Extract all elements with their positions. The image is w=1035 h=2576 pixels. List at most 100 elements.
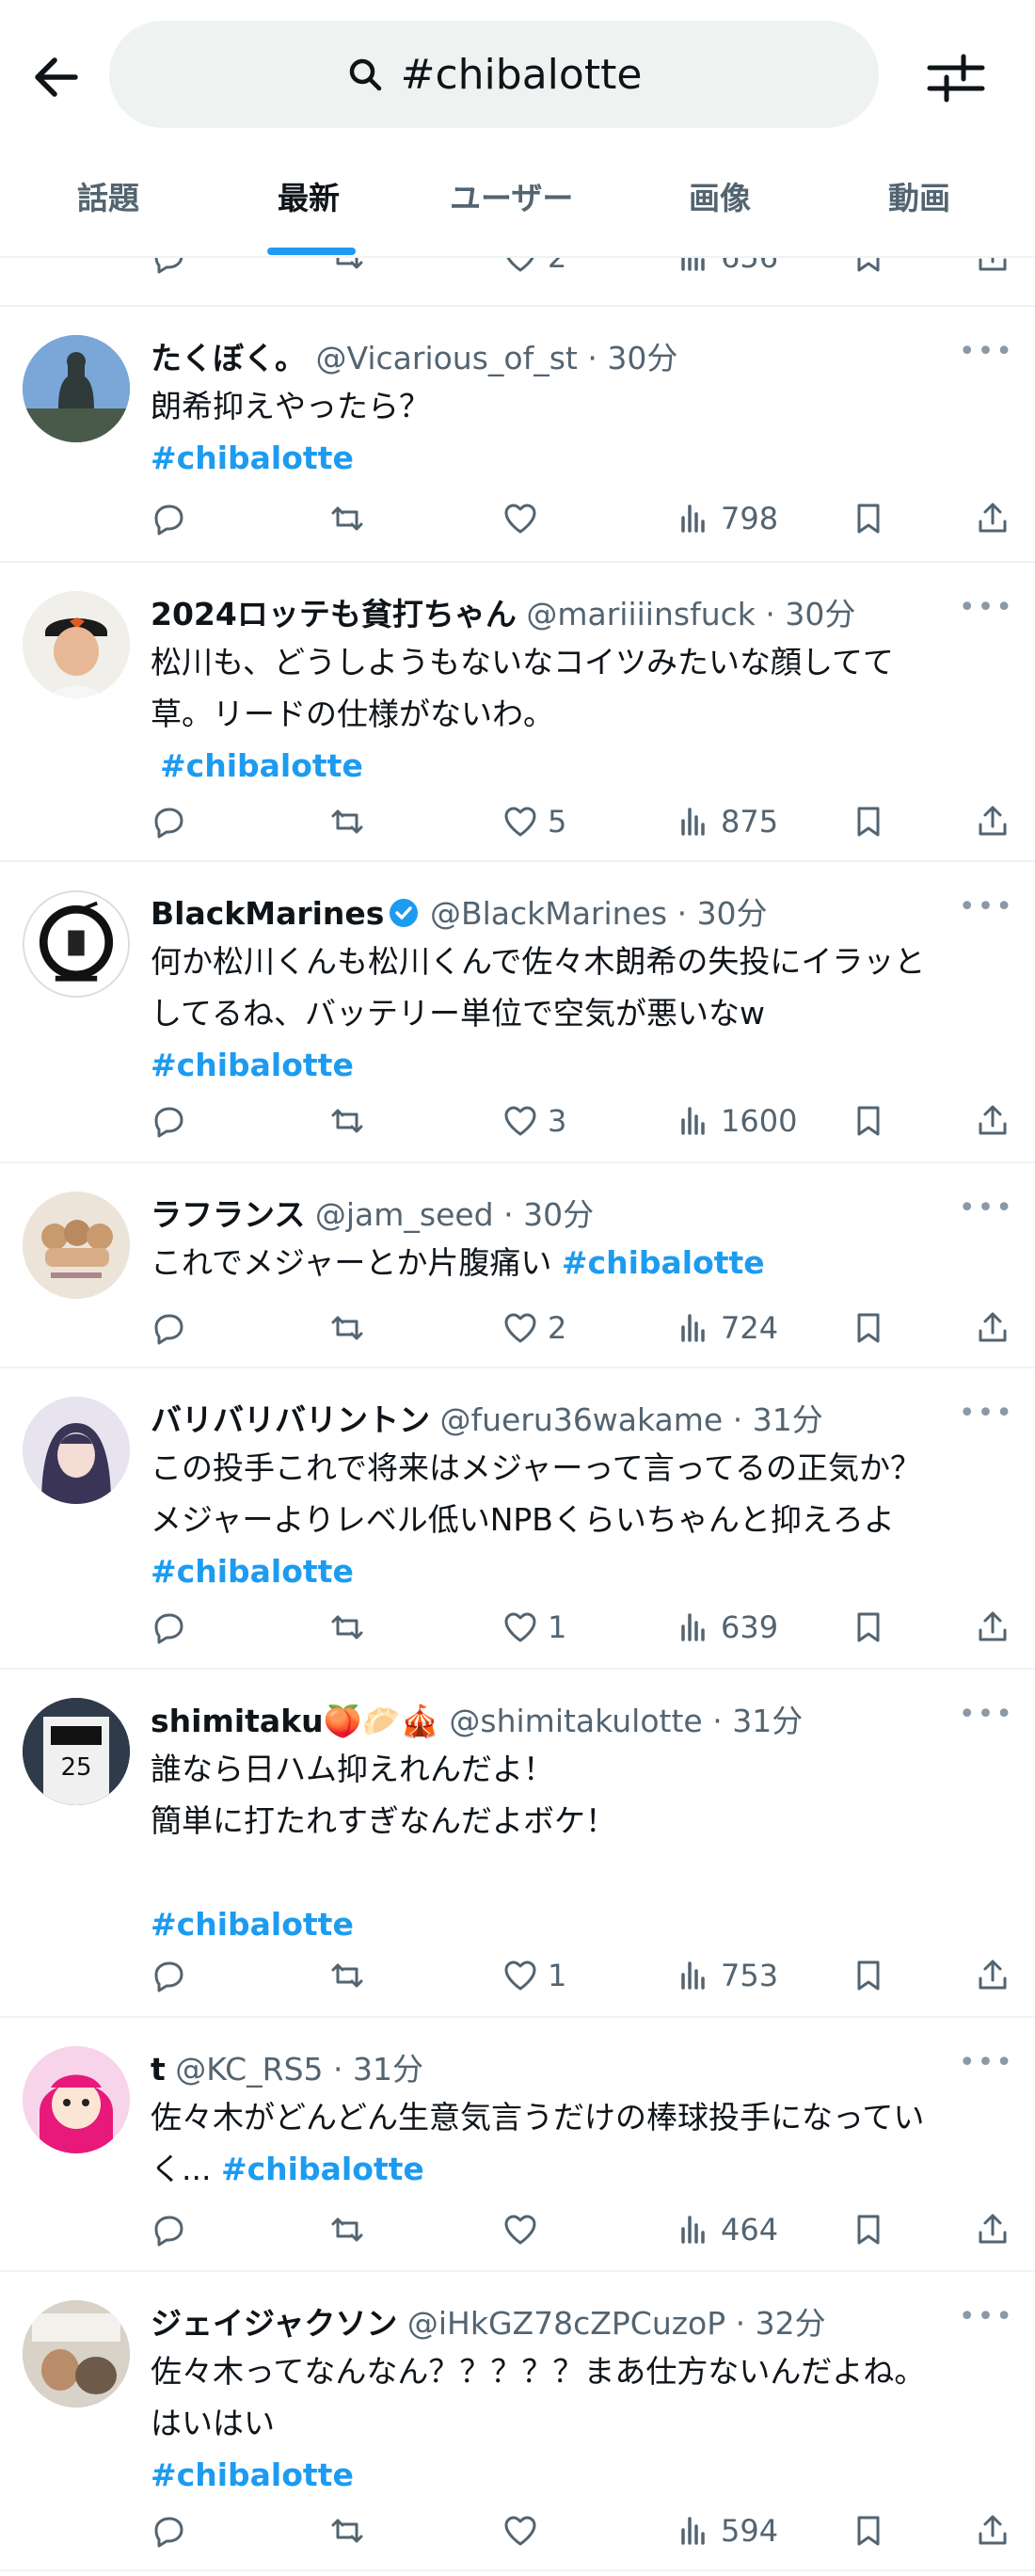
timestamp[interactable]: 30分 — [607, 340, 677, 376]
tab-images[interactable]: 画像 — [689, 173, 751, 218]
user-handle[interactable]: @fueru36wakame — [440, 1401, 724, 1438]
tweet[interactable]: 25 ••• shimitaku🍑🥟🎪 @shimitakulotte · 31… — [0, 1670, 1035, 2018]
display-name[interactable]: ジェイジャクソン — [151, 2305, 397, 2342]
timestamp[interactable]: 30分 — [697, 895, 768, 932]
user-handle[interactable]: @BlackMarines — [430, 895, 667, 932]
hashtag-link[interactable]: #chibalotte — [151, 2456, 354, 2493]
bookmark-icon[interactable] — [851, 1952, 886, 1999]
avatar[interactable] — [23, 591, 130, 698]
timestamp[interactable]: 30分 — [523, 1196, 594, 1233]
retweet-icon[interactable] — [329, 1097, 365, 1144]
share-icon[interactable] — [975, 495, 1011, 542]
timestamp[interactable]: 32分 — [756, 2305, 826, 2342]
user-handle[interactable]: @mariiiinsfuck — [526, 596, 756, 632]
avatar[interactable] — [23, 1192, 130, 1299]
tweet[interactable]: ••• ラフランス @jam_seed · 30分 これでメジャーとか片腹痛い … — [0, 1163, 1035, 1368]
bookmark-icon[interactable] — [851, 2206, 886, 2253]
display-name[interactable]: たくぼく。 — [151, 340, 306, 376]
reply-icon[interactable] — [151, 1097, 186, 1144]
more-options-icon[interactable]: ••• — [959, 2300, 1014, 2333]
tweet[interactable]: ••• BlackMarines @BlackMarines · 30分 何か松… — [0, 862, 1035, 1163]
bookmark-icon[interactable] — [851, 1097, 886, 1144]
like-button[interactable] — [502, 2206, 548, 2253]
like-button[interactable]: 3 — [502, 1097, 566, 1144]
more-options-icon[interactable]: ••• — [959, 591, 1014, 624]
display-name[interactable]: ラフランス — [151, 1196, 305, 1233]
hashtag-link[interactable]: #chibalotte — [151, 1553, 354, 1590]
avatar[interactable] — [23, 890, 130, 998]
hashtag-link[interactable]: #chibalotte — [221, 2151, 424, 2187]
bookmark-icon[interactable] — [851, 1604, 886, 1651]
reply-icon[interactable] — [151, 2206, 186, 2253]
search-box[interactable]: #chibalotte — [109, 21, 879, 128]
timestamp[interactable]: 31分 — [732, 1703, 803, 1739]
share-icon[interactable] — [975, 2206, 1011, 2253]
share-icon[interactable] — [975, 1952, 1011, 1999]
retweet-icon[interactable] — [329, 2507, 365, 2554]
retweet-icon[interactable] — [329, 2206, 365, 2253]
share-icon[interactable] — [975, 1304, 1011, 1352]
more-options-icon[interactable]: ••• — [959, 1397, 1014, 1430]
bookmark-icon[interactable] — [851, 798, 886, 845]
like-button[interactable]: 1 — [502, 1952, 566, 1999]
like-button[interactable] — [502, 2507, 548, 2554]
user-handle[interactable]: @jam_seed — [315, 1196, 494, 1233]
tab-topics[interactable]: 話題 — [77, 173, 139, 218]
views-button[interactable]: 464 — [676, 2206, 778, 2253]
views-button[interactable]: 1600 — [676, 1097, 797, 1144]
tweet[interactable]: ••• ジェイジャクソン @iHkGZ78cZPCuzoP · 32分 佐々木っ… — [0, 2272, 1035, 2571]
hashtag-link[interactable]: #chibalotte — [151, 1047, 354, 1083]
bookmark-icon[interactable] — [851, 1304, 886, 1352]
display-name[interactable]: 2024ロッテも貧打ちゃん — [151, 596, 517, 632]
user-handle[interactable]: @iHkGZ78cZPCuzoP — [407, 2305, 725, 2342]
avatar[interactable] — [23, 2300, 130, 2408]
views-button[interactable]: 875 — [676, 798, 778, 845]
display-name[interactable]: shimitaku🍑🥟🎪 — [151, 1703, 439, 1739]
hashtag-link[interactable]: #chibalotte — [151, 1906, 354, 1943]
user-handle[interactable]: @KC_RS5 — [175, 2051, 323, 2088]
hashtag-link[interactable]: #chibalotte — [160, 747, 363, 784]
views-button[interactable]: 639 — [676, 1604, 778, 1651]
views-button[interactable]: 753 — [676, 1952, 778, 1999]
avatar[interactable] — [23, 2046, 130, 2153]
filter-sliders-icon[interactable] — [922, 43, 990, 111]
retweet-icon[interactable] — [329, 1304, 365, 1352]
timestamp[interactable]: 31分 — [353, 2051, 423, 2088]
views-button[interactable]: 594 — [676, 2507, 778, 2554]
user-handle[interactable]: @Vicarious_of_st — [316, 340, 578, 376]
more-options-icon[interactable]: ••• — [959, 1698, 1014, 1731]
like-button[interactable]: 1 — [502, 1604, 566, 1651]
timestamp[interactable]: 31分 — [753, 1401, 823, 1438]
more-options-icon[interactable]: ••• — [959, 890, 1014, 923]
tweet[interactable]: ••• 2024ロッテも貧打ちゃん @mariiiinsfuck · 30分 松… — [0, 563, 1035, 862]
reply-icon[interactable] — [151, 1952, 186, 1999]
tab-users[interactable]: ユーザー — [450, 173, 573, 218]
reply-icon[interactable] — [151, 2507, 186, 2554]
tab-videos[interactable]: 動画 — [888, 173, 950, 218]
timestamp[interactable]: 30分 — [785, 596, 855, 632]
more-options-icon[interactable]: ••• — [959, 2046, 1014, 2079]
share-icon[interactable] — [975, 1604, 1011, 1651]
bookmark-icon[interactable] — [851, 2507, 886, 2554]
retweet-icon[interactable] — [329, 495, 365, 542]
like-button[interactable] — [502, 495, 548, 542]
more-options-icon[interactable]: ••• — [959, 1192, 1014, 1224]
bookmark-icon[interactable] — [851, 495, 886, 542]
like-button[interactable]: 2 — [502, 1304, 566, 1352]
reply-icon[interactable] — [151, 1604, 186, 1651]
like-button[interactable]: 5 — [502, 798, 566, 845]
share-icon[interactable] — [975, 2507, 1011, 2554]
reply-icon[interactable] — [151, 1304, 186, 1352]
views-button[interactable]: 798 — [676, 495, 778, 542]
tweet[interactable]: ••• たくぼく。 @Vicarious_of_st · 30分 朗希抑えやった… — [0, 307, 1035, 563]
hashtag-link[interactable]: #chibalotte — [562, 1244, 765, 1281]
more-options-icon[interactable]: ••• — [959, 335, 1014, 368]
display-name[interactable]: BlackMarines — [151, 895, 384, 932]
retweet-icon[interactable] — [329, 1604, 365, 1651]
share-icon[interactable] — [975, 798, 1011, 845]
reply-icon[interactable] — [151, 798, 186, 845]
views-button[interactable]: 724 — [676, 1304, 778, 1352]
share-icon[interactable] — [975, 1097, 1011, 1144]
tab-latest[interactable]: 最新 — [278, 173, 340, 218]
retweet-icon[interactable] — [329, 1952, 365, 1999]
